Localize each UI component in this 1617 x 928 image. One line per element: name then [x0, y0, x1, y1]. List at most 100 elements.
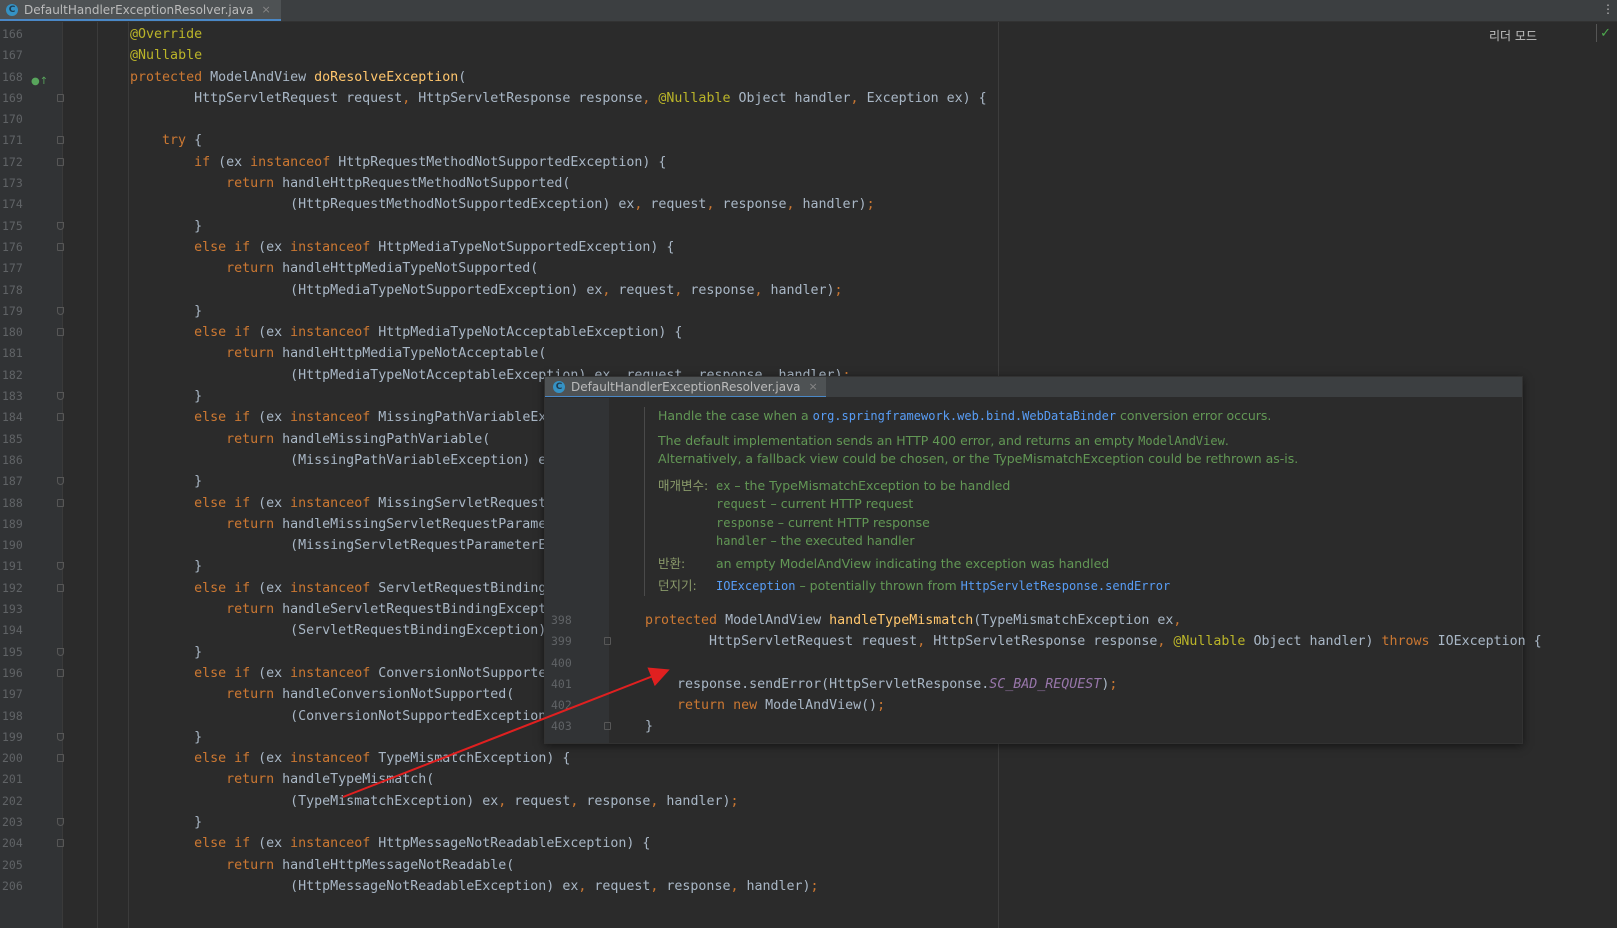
- fold-marker-icon[interactable]: [57, 647, 64, 656]
- line-number: 179: [2, 303, 23, 318]
- code-line[interactable]: 200 else if (ex instanceof TypeMismatchE…: [0, 748, 1617, 769]
- fold-marker-icon[interactable]: [57, 732, 64, 741]
- code-line[interactable]: 176 else if (ex instanceof HttpMediaType…: [0, 237, 1617, 258]
- close-icon[interactable]: ×: [262, 3, 271, 16]
- fold-marker-icon[interactable]: [57, 477, 64, 486]
- throws-label: 던지기:: [658, 578, 697, 593]
- fold-marker-icon[interactable]: [604, 722, 611, 731]
- code-text: HttpServletRequest request, HttpServletR…: [645, 634, 1542, 650]
- fold-marker-icon[interactable]: [57, 328, 64, 337]
- line-number: 171: [2, 133, 23, 148]
- fold-marker-icon[interactable]: [57, 562, 64, 571]
- line-number: 199: [2, 729, 23, 744]
- line-number: 173: [2, 176, 23, 191]
- code-text: (HttpMediaTypeNotSupportedException) ex,…: [98, 282, 843, 298]
- line-number: 188: [2, 495, 23, 510]
- code-line[interactable]: 168 ●↑ protected ModelAndView doResolveEx…: [0, 67, 1617, 88]
- line-number: 398: [551, 613, 572, 627]
- line-number: 190: [2, 538, 23, 553]
- line-number: 198: [2, 708, 23, 723]
- code-line[interactable]: 169 HttpServletRequest request, HttpServ…: [0, 88, 1617, 109]
- fold-marker-icon[interactable]: [57, 413, 64, 422]
- code-text: return handleMissingServletRequestParame…: [226, 516, 579, 532]
- code-text: return handleServletRequestBindingExcept…: [226, 602, 579, 618]
- line-number: 206: [2, 878, 23, 893]
- code-line[interactable]: 181 return handleHttpMediaTypeNotAccepta…: [0, 343, 1617, 364]
- fold-marker-icon[interactable]: [57, 839, 64, 848]
- code-line[interactable]: 205 return handleHttpMessageNotReadable(: [0, 855, 1617, 876]
- fold-marker-icon[interactable]: [57, 157, 64, 166]
- code-text: (TypeMismatchException) ex, request, res…: [98, 793, 739, 809]
- fold-marker-icon[interactable]: [604, 637, 611, 646]
- code-line[interactable]: 177 return handleHttpMediaTypeNotSupport…: [0, 258, 1617, 279]
- fold-marker-icon[interactable]: [57, 136, 64, 145]
- java-class-icon: C: [6, 3, 18, 16]
- line-number: 186: [2, 452, 23, 467]
- code-line[interactable]: 171 try {: [0, 130, 1617, 151]
- popup-code-line: 398 protected ModelAndView handleTypeMism…: [545, 610, 1522, 631]
- code-line[interactable]: 206 (HttpMessageNotReadableException) ex…: [0, 876, 1617, 897]
- line-number: 205: [2, 857, 23, 872]
- popup-tab[interactable]: C DefaultHandlerExceptionResolver.java ×: [545, 377, 826, 397]
- code-line[interactable]: 175 }: [0, 216, 1617, 237]
- code-text: response.sendError(HttpServletResponse.S…: [645, 676, 1118, 692]
- code-text: @Override: [130, 27, 203, 42]
- code-text: try {: [162, 133, 203, 149]
- code-text: else if (ex instanceof HttpMediaTypeNotS…: [194, 239, 675, 255]
- fold-marker-icon[interactable]: [57, 306, 64, 315]
- fold-marker-icon[interactable]: [57, 498, 64, 507]
- fold-marker-icon[interactable]: [57, 817, 64, 826]
- code-text: return handleMissingPathVariable(: [226, 431, 491, 447]
- code-text: }: [98, 218, 203, 234]
- code-line[interactable]: 201 return handleTypeMismatch(: [0, 769, 1617, 790]
- code-text: return handleTypeMismatch(: [226, 772, 435, 788]
- line-number: 167: [2, 48, 23, 63]
- fold-marker-icon[interactable]: [57, 583, 64, 592]
- webdatabinder-link[interactable]: org.springframework.web.bind.WebDataBind…: [813, 409, 1116, 423]
- code-line[interactable]: 173 return handleHttpRequestMethodNotSup…: [0, 173, 1617, 194]
- tab-default-handler-exception-resolver[interactable]: C DefaultHandlerExceptionResolver.java ×: [0, 0, 281, 21]
- code-line[interactable]: 172 if (ex instanceof HttpRequestMethodN…: [0, 152, 1617, 173]
- code-line[interactable]: 202 (TypeMismatchException) ex, request,…: [0, 791, 1617, 812]
- close-icon[interactable]: ×: [809, 380, 818, 393]
- fold-marker-icon[interactable]: [57, 392, 64, 401]
- line-number: 172: [2, 154, 23, 169]
- code-text: return handleConversionNotSupported(: [226, 687, 515, 703]
- code-line[interactable]: 166 @Override: [0, 24, 1617, 45]
- popup-code-line: 403}: [545, 716, 1522, 737]
- fold-marker-icon[interactable]: [57, 754, 64, 763]
- code-line[interactable]: 179 }: [0, 301, 1617, 322]
- line-number: 191: [2, 559, 23, 574]
- line-number: 176: [2, 239, 23, 254]
- fold-marker-icon[interactable]: [57, 221, 64, 230]
- code-line[interactable]: 204 else if (ex instanceof HttpMessageNo…: [0, 833, 1617, 854]
- code-text: }: [98, 644, 203, 660]
- send-error-link[interactable]: HttpServletResponse.sendError: [961, 579, 1171, 593]
- code-line[interactable]: 170: [0, 109, 1617, 130]
- code-text: else if (ex instanceof HttpMediaTypeNotA…: [194, 325, 683, 341]
- code-text: }: [645, 719, 654, 735]
- editor-tab-bar: C DefaultHandlerExceptionResolver.java ×…: [0, 0, 1617, 22]
- doc-params: 매개변수: ex – the TypeMismatchException to b…: [658, 477, 1518, 596]
- line-number: 202: [2, 793, 23, 808]
- fold-marker-icon[interactable]: [57, 668, 64, 677]
- code-line[interactable]: 167 @Nullable: [0, 45, 1617, 66]
- code-line[interactable]: 203 }: [0, 812, 1617, 833]
- code-text: (HttpMessageNotReadableException) ex, re…: [98, 878, 819, 894]
- popup-code-line: 399 HttpServletRequest request, HttpServ…: [545, 631, 1542, 652]
- line-number: 169: [2, 90, 23, 105]
- fold-marker-icon[interactable]: [57, 93, 64, 102]
- code-line[interactable]: 180 else if (ex instanceof HttpMediaType…: [0, 322, 1617, 343]
- code-text: return handleHttpMediaTypeNotSupported(: [226, 261, 539, 277]
- fold-marker-icon[interactable]: [57, 242, 64, 251]
- returns-label: 반환:: [658, 555, 686, 571]
- params-label: 매개변수:: [658, 477, 709, 493]
- doc-summary: Handle the case when a org.springframewo…: [658, 408, 1272, 423]
- line-number: 181: [2, 346, 23, 361]
- code-text: return handleHttpMessageNotReadable(: [226, 857, 515, 873]
- code-text: @Nullable: [130, 48, 203, 64]
- code-line[interactable]: 174 (HttpRequestMethodNotSupportedExcept…: [0, 194, 1617, 215]
- code-line[interactable]: 178 (HttpMediaTypeNotSupportedException)…: [0, 280, 1617, 301]
- ioexception-link[interactable]: IOException: [716, 579, 795, 593]
- more-options-icon[interactable]: ⋮: [1602, 2, 1614, 16]
